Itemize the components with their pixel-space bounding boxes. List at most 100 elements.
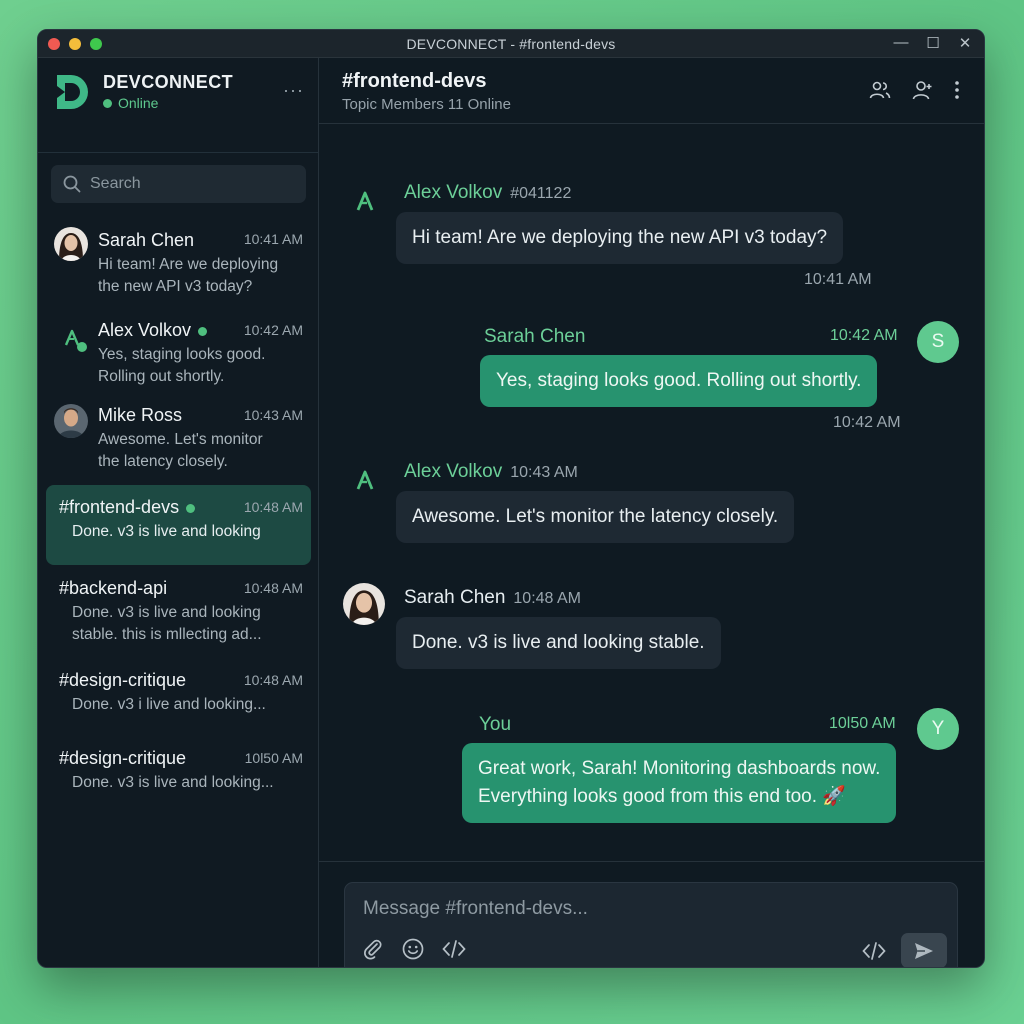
name-text: Alex Volkov xyxy=(98,320,192,340)
online-dot xyxy=(186,503,196,513)
conversation-preview: Awesome. Let's monitor the latency close… xyxy=(98,429,263,473)
message-timestamp: 10:42 AM xyxy=(833,414,901,431)
minimize-button[interactable]: — xyxy=(892,34,910,52)
chat-panel: #frontend-devs Topic Members 11 Online A… xyxy=(319,58,984,967)
message-bubble: Done. v3 is live and looking stable. xyxy=(396,617,721,669)
paperclip-icon[interactable] xyxy=(361,937,385,961)
conversation-name: #frontend-devs xyxy=(59,497,196,518)
message-author: Alex Volkov #041122 xyxy=(404,182,571,204)
online-dot xyxy=(103,98,112,108)
conversation-item-sarah-chen[interactable]: Sarah Chen 10:41 AM Hi team! Are we depl… xyxy=(46,218,311,304)
message-bubble: Hi team! Are we deploying the new API v3… xyxy=(396,212,844,264)
message-bubble: Yes, staging looks good. Rolling out sho… xyxy=(480,355,878,407)
avatar xyxy=(343,583,385,625)
maximize-button[interactable]: ☐ xyxy=(924,34,942,52)
conversation-item-backend-api[interactable]: #backend-api 10:48 AM Done. v3 is live a… xyxy=(46,569,311,653)
preview-line: Yes, staging looks good. xyxy=(98,346,266,363)
conversation-preview: Done. v3 is live and looking stable. thi… xyxy=(72,602,262,646)
name-text: #frontend-devs xyxy=(59,497,180,517)
kebab-icon[interactable] xyxy=(952,78,962,102)
message-line: Everything looks good from this end too.… xyxy=(478,786,846,807)
avatar xyxy=(54,404,88,438)
send-button[interactable] xyxy=(901,933,947,967)
send-icon xyxy=(915,942,933,959)
conversation-time: 10:41 AM xyxy=(243,231,303,247)
preview-line: Done. v3 is live and looking xyxy=(72,604,261,621)
conversation-preview: Done. v3 i live and looking... xyxy=(72,696,266,713)
message-bubble: Great work, Sarah! Monitoring dashboards… xyxy=(462,743,897,823)
composer-actions xyxy=(861,933,947,967)
avatar xyxy=(54,227,88,261)
conversation-item-mike-ross[interactable]: Mike Ross 10:43 AM Awesome. Let's monito… xyxy=(46,394,311,478)
conversation-time: 10:48 AM xyxy=(243,499,303,515)
message-author: Sarah Chen xyxy=(484,326,586,347)
preview-line: Rolling out shortly. xyxy=(98,368,225,385)
author-name: Alex Volkov xyxy=(404,182,503,203)
author-name: Alex Volkov xyxy=(404,461,503,482)
divider xyxy=(319,861,984,862)
conversation-item-frontend-devs[interactable]: #frontend-devs 10:48 AM Done. v3 is live… xyxy=(46,485,311,565)
message-author: You xyxy=(479,714,512,735)
conversation-item-design-critique-2[interactable]: #design-critique 10l50 AM Done. v3 is li… xyxy=(46,739,311,805)
header-actions xyxy=(868,78,962,102)
message-input[interactable]: Message #frontend-devs... xyxy=(363,898,588,920)
message-meta: 10:42 AM xyxy=(830,327,898,344)
user-icon[interactable] xyxy=(910,78,934,102)
sidebar: DEVCONNECT Online ··· Search Sarah Chen … xyxy=(38,58,319,967)
brand-status: Online xyxy=(103,95,158,111)
message-bubble: Awesome. Let's monitor the latency close… xyxy=(396,491,795,543)
search-input[interactable]: Search xyxy=(51,165,306,203)
message-author: Alex Volkov 10:43 AM xyxy=(404,461,578,483)
conversation-name: #design-critique xyxy=(59,670,187,690)
search-icon xyxy=(63,175,81,193)
channel-subtitle: Topic Members 11 Online xyxy=(342,96,511,113)
window-title: DEVCONNECT - #frontend-devs xyxy=(406,36,616,52)
message-meta: 10l50 AM xyxy=(829,715,896,732)
preview-line: Hi team! Are we deploying xyxy=(98,256,279,273)
preview-line: stable. this is mllecting ad... xyxy=(72,626,262,643)
conversation-name: Sarah Chen xyxy=(98,230,195,250)
avatar: Y xyxy=(917,708,959,750)
message-meta: 10:43 AM xyxy=(510,464,578,481)
devconnect-logo-icon xyxy=(57,75,88,109)
status-text: Online xyxy=(118,95,159,111)
alex-avatar-icon xyxy=(356,191,374,211)
conversation-time: 10:48 AM xyxy=(243,580,303,596)
brand-name: DEVCONNECT xyxy=(103,72,234,92)
conversation-item-design-critique[interactable]: #design-critique 10:48 AM Done. v3 i liv… xyxy=(46,661,311,727)
alex-logo-icon xyxy=(64,329,87,352)
code-icon[interactable] xyxy=(441,937,467,961)
conversation-preview: Done. v3 is live and looking xyxy=(72,523,261,540)
conversation-item-alex-volkov[interactable]: Alex Volkov 10:42 AM Yes, staging looks … xyxy=(46,309,311,391)
preview-line: the latency closely. xyxy=(98,453,228,470)
ellipsis-icon[interactable]: ··· xyxy=(283,80,304,101)
alex-avatar-icon xyxy=(356,470,374,490)
search-placeholder: Search xyxy=(90,175,141,192)
channel-header: #frontend-devs Topic Members 11 Online xyxy=(319,58,984,124)
members-icon[interactable] xyxy=(868,78,892,102)
channel-name: #frontend-devs xyxy=(342,70,487,92)
avatar: S xyxy=(917,321,959,363)
preview-line: the new API v3 today? xyxy=(98,278,253,295)
conversation-name: #backend-api xyxy=(59,578,168,598)
message-author: Sarah Chen 10:48 AM xyxy=(404,587,581,609)
conversation-preview: Hi team! Are we deploying the new API v3… xyxy=(98,254,278,298)
code-icon[interactable] xyxy=(861,939,887,963)
conversation-time: 10:48 AM xyxy=(243,672,303,688)
close-button[interactable]: ✕ xyxy=(956,34,974,52)
preview-line: Awesome. Let's monitor xyxy=(98,431,263,448)
message-composer[interactable]: Message #frontend-devs... xyxy=(344,882,958,967)
conversation-name: Mike Ross xyxy=(98,405,183,425)
conversation-name: #design-critique xyxy=(59,748,187,768)
window-controls: — ☐ ✕ xyxy=(892,34,974,52)
conversation-time: 10l50 AM xyxy=(244,750,303,766)
brand-header: DEVCONNECT Online ··· xyxy=(54,70,304,120)
conversation-name: Alex Volkov xyxy=(98,320,208,341)
online-dot xyxy=(198,326,208,336)
conversation-time: 10:42 AM xyxy=(243,322,303,338)
author-name: Sarah Chen xyxy=(404,587,506,608)
conversation-time: 10:43 AM xyxy=(243,407,303,423)
composer-tools xyxy=(361,937,467,961)
emoji-icon[interactable] xyxy=(401,937,425,961)
message-meta: #041122 xyxy=(510,185,572,202)
